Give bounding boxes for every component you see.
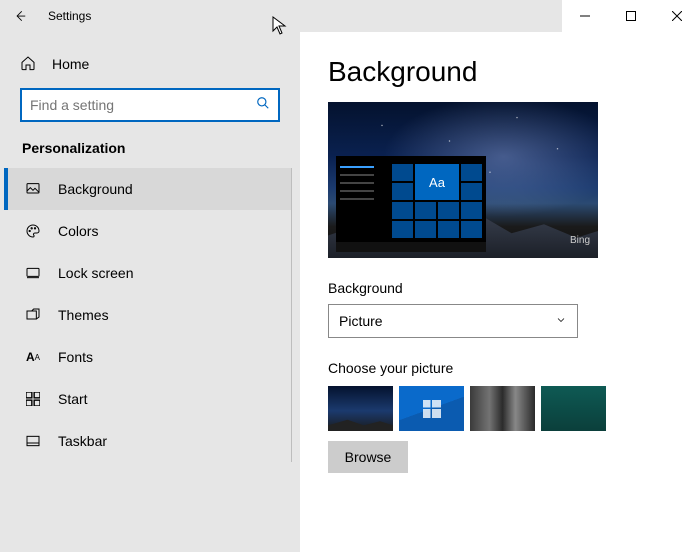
nav-label: Background [58,181,133,197]
background-type-label: Background [328,280,672,296]
nav-item-themes[interactable]: Themes [4,294,291,336]
picture-thumbnails [328,386,672,431]
content: Background Aa Bing Background Picture Ch… [300,32,700,552]
nav-item-lockscreen[interactable]: Lock screen [4,252,291,294]
nav-label: Fonts [58,349,93,365]
nav-label: Taskbar [58,433,107,449]
maximize-button[interactable] [608,0,654,32]
search-box[interactable] [20,88,280,122]
chevron-down-icon [555,313,567,329]
nav-label: Colors [58,223,98,239]
search-input[interactable] [30,97,256,113]
browse-button[interactable]: Browse [328,441,408,473]
nav-item-fonts[interactable]: AA Fonts [4,336,291,378]
close-button[interactable] [654,0,700,32]
nav-item-background[interactable]: Background [4,168,291,210]
picture-thumb-3[interactable] [470,386,535,431]
nav-label: Lock screen [58,265,133,281]
themes-icon [24,306,42,324]
home-icon [20,55,36,74]
preview-sample-text: Aa [415,164,459,200]
main: Home Personalization Background Colors [0,32,700,552]
titlebar: Settings [0,0,700,32]
window-title: Settings [48,9,91,23]
choose-picture-label: Choose your picture [328,360,672,376]
section-label: Personalization [4,136,296,168]
start-icon [24,390,42,408]
picture-thumb-4[interactable] [541,386,606,431]
picture-thumb-1[interactable] [328,386,393,431]
minimize-button[interactable] [562,0,608,32]
picture-icon [24,180,42,198]
nav-label: Start [58,391,88,407]
background-preview: Aa Bing [328,102,598,258]
background-type-dropdown[interactable]: Picture [328,304,578,338]
sidebar: Home Personalization Background Colors [0,32,300,552]
preview-watermark: Bing [570,235,590,246]
nav-item-colors[interactable]: Colors [4,210,291,252]
nav-item-start[interactable]: Start [4,378,291,420]
fonts-icon: AA [24,348,42,366]
palette-icon [24,222,42,240]
picture-thumb-2[interactable] [399,386,464,431]
search-container [20,88,280,122]
desktop-mock: Aa [336,156,486,252]
search-icon [256,96,270,115]
nav-label: Themes [58,307,109,323]
nav-list: Background Colors Lock screen Themes AA … [4,168,292,462]
home-link[interactable]: Home [4,44,296,84]
lockscreen-icon [24,264,42,282]
window-controls [562,0,700,32]
nav-item-taskbar[interactable]: Taskbar [4,420,291,462]
home-label: Home [52,56,89,72]
dropdown-value: Picture [339,313,383,329]
page-title: Background [328,56,672,88]
back-button[interactable] [0,0,40,32]
taskbar-icon [24,432,42,450]
